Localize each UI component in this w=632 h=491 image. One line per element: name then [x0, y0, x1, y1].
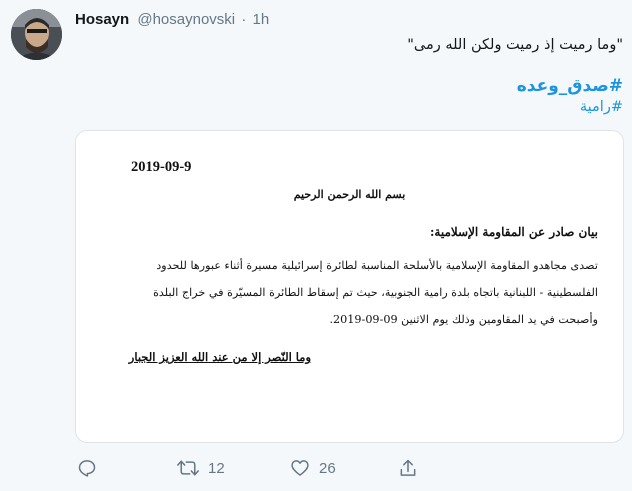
document-body: تصدى مجاهدو المقاومة الإسلامية بالأسلحة …: [98, 252, 598, 333]
document-basmala: بسم الله الرحمن الرحيم: [293, 188, 406, 201]
tweet-header: Hosayn @hosaynovski · 1h: [75, 10, 269, 30]
retweet-count: 12: [208, 459, 225, 477]
heart-icon: [291, 460, 309, 476]
user-name[interactable]: Hosayn: [75, 11, 129, 28]
like-button[interactable]: 26: [290, 458, 336, 478]
retweet-button[interactable]: 12: [177, 458, 225, 478]
document-line: الفلسطينية - اللبنانية باتجاه بلدة رامية…: [153, 286, 598, 299]
share-icon: [400, 459, 416, 476]
separator-dot: ·: [241, 11, 247, 28]
hashtag-link[interactable]: #صدق_وعده: [517, 76, 623, 96]
reply-icon: [78, 460, 96, 477]
user-handle[interactable]: @hosaynovski: [137, 11, 235, 28]
reply-button[interactable]: [77, 458, 97, 478]
document-heading: بيان صادر عن المقاومة الإسلامية:: [429, 225, 598, 239]
tweet-text: "وما رميت إذ رميت ولكن الله رمى": [407, 37, 623, 53]
like-count: 26: [319, 459, 336, 477]
avatar[interactable]: [11, 9, 62, 60]
tweet: Hosayn @hosaynovski · 1h "وما رميت إذ رم…: [0, 0, 632, 491]
tweet-actions: 12 26: [75, 458, 625, 482]
document-closing: وما النّصر إلا من عند الله العزيز الجبار: [128, 350, 311, 364]
share-button[interactable]: [398, 458, 418, 478]
tweet-media-image[interactable]: 2019-09-9 بسم الله الرحمن الرحيم بيان صا…: [75, 130, 624, 443]
hashtag-link[interactable]: #رامية: [580, 99, 623, 115]
document-line: وأصبحت في يد المقاومين وذلك يوم الاثنين …: [329, 313, 598, 326]
timestamp[interactable]: 1h: [252, 11, 269, 28]
document-date: 2019-09-9: [131, 159, 192, 175]
document-line: تصدى مجاهدو المقاومة الإسلامية بالأسلحة …: [156, 259, 598, 272]
avatar-image: [11, 9, 62, 60]
retweet-icon: [177, 460, 199, 476]
